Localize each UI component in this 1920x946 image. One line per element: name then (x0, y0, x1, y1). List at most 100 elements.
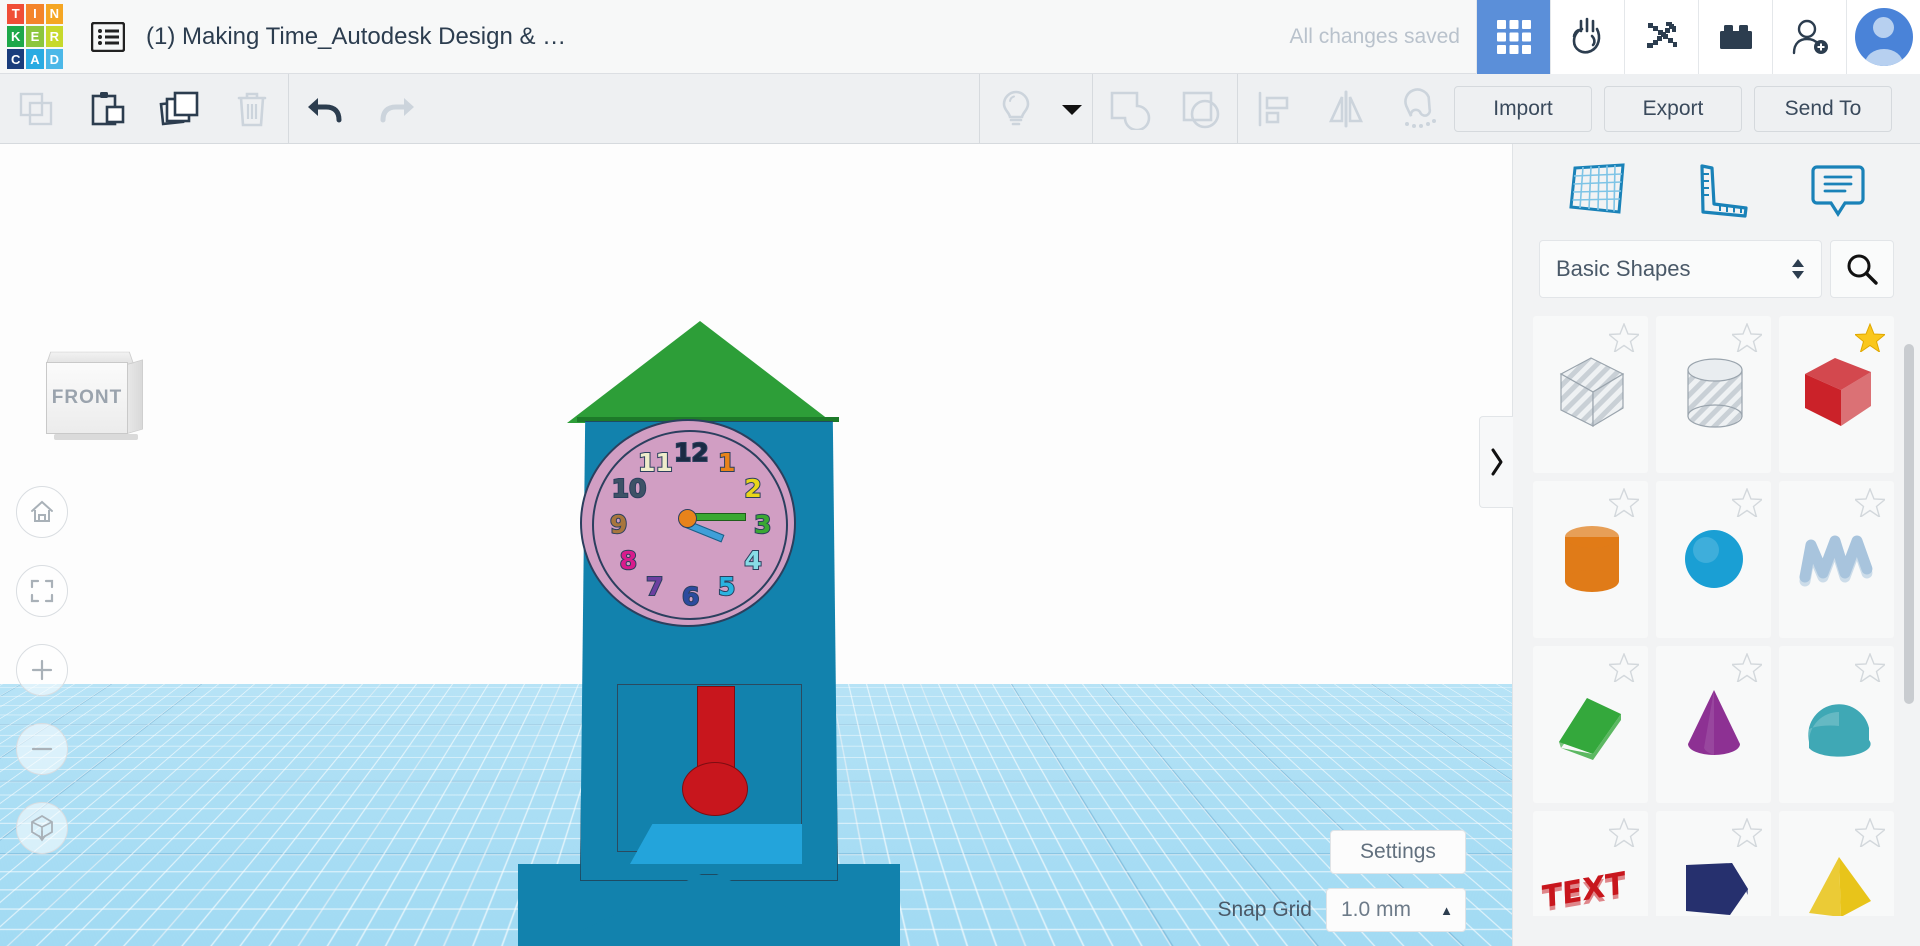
panel-scrollbar[interactable] (1904, 344, 1914, 704)
clock-number-7: 7 (645, 572, 664, 602)
star-outline-icon[interactable] (1607, 322, 1641, 357)
invite-button[interactable] (1772, 0, 1846, 74)
settings-button[interactable]: Settings (1330, 830, 1466, 874)
menu-button[interactable] (86, 15, 130, 59)
light-button[interactable] (980, 74, 1052, 144)
redo-icon (380, 97, 414, 122)
shapes-panel: Basic Shapes TEXT TEXT (1479, 144, 1920, 946)
export-button[interactable]: Export (1604, 85, 1742, 132)
shape-scribble[interactable] (1779, 481, 1894, 638)
zoom-in-button[interactable] (16, 644, 68, 696)
shape-text-thumbnail: TEXT TEXT (1541, 841, 1641, 916)
clock-number-3: 3 (753, 510, 772, 539)
delete-button[interactable] (216, 74, 288, 144)
shape-round-roof[interactable] (1779, 646, 1894, 803)
note-icon (1810, 164, 1865, 217)
3d-viewport[interactable]: 12 1 2 3 4 5 6 7 8 9 10 11 FRONT Setting… (0, 144, 1512, 946)
fit-view-button[interactable] (16, 565, 68, 617)
star-outline-icon[interactable] (1730, 817, 1764, 852)
view-cube-front-face[interactable]: FRONT (46, 362, 128, 434)
paste-button[interactable] (72, 74, 144, 144)
group-tools (1093, 74, 1237, 144)
panel-tab-group (1513, 144, 1920, 240)
minecraft-button[interactable] (1624, 0, 1698, 74)
document-title[interactable]: (1) Making Time_Autodesk Design & … (146, 23, 566, 51)
tinkercad-logo[interactable]: TINKERCAD (4, 1, 66, 73)
group-button[interactable] (1093, 74, 1165, 144)
logo-tile-t: T (7, 3, 25, 25)
undo-button[interactable] (289, 74, 361, 144)
star-outline-icon[interactable] (1853, 487, 1887, 522)
clock-number-9: 9 (609, 510, 628, 539)
chevron-right-icon (1491, 448, 1502, 476)
zoom-out-button[interactable] (16, 723, 68, 775)
mirror-button[interactable] (1310, 74, 1382, 144)
shape-cylinder[interactable] (1533, 481, 1648, 638)
notes-button[interactable] (1809, 161, 1867, 224)
workplane-button[interactable] (1567, 162, 1629, 223)
delete-trash-icon (237, 92, 267, 126)
logo-tile-r: R (45, 26, 63, 47)
tinker-button[interactable] (1550, 0, 1624, 74)
clock-number-2: 2 (743, 474, 762, 503)
star-outline-icon[interactable] (1730, 322, 1764, 357)
shape-cone[interactable] (1656, 646, 1771, 803)
clock-number-12: 12 (673, 438, 710, 467)
star-outline-icon[interactable] (1607, 652, 1641, 687)
star-outline-icon[interactable] (1607, 487, 1641, 522)
shape-box[interactable] (1779, 316, 1894, 473)
view-cube[interactable]: FRONT (38, 342, 143, 440)
shape-cylinder-hole-thumbnail (1664, 346, 1764, 443)
perspective-toggle-button[interactable] (16, 802, 68, 854)
shape-search-button[interactable] (1830, 240, 1894, 298)
ruler-button[interactable] (1688, 162, 1750, 223)
redo-button[interactable] (361, 74, 433, 144)
shape-text[interactable]: TEXT TEXT (1533, 811, 1648, 916)
shape-polygon[interactable] (1656, 811, 1771, 916)
clock-face: 12 1 2 3 4 5 6 7 8 9 10 11 (580, 419, 796, 627)
star-outline-icon[interactable] (1853, 652, 1887, 687)
star-outline-icon[interactable] (1730, 652, 1764, 687)
shape-box-hole[interactable] (1533, 316, 1648, 473)
shape-library-select[interactable]: Basic Shapes (1539, 240, 1822, 298)
view-cube-side-face[interactable] (127, 359, 143, 434)
light-dropdown-button[interactable] (1052, 74, 1092, 144)
copy-button[interactable] (0, 74, 72, 144)
duplicate-button[interactable] (144, 74, 216, 144)
shape-pyramid[interactable] (1779, 811, 1894, 916)
panel-collapse-button[interactable] (1479, 416, 1513, 508)
logo-tile-e: E (26, 26, 44, 47)
shape-cylinder-hole[interactable] (1656, 316, 1771, 473)
snap-grid-label: Snap Grid (1217, 898, 1312, 921)
pendulum-bob (682, 762, 748, 816)
list-menu-icon (91, 21, 125, 52)
import-button[interactable]: Import (1454, 85, 1592, 132)
align-button[interactable] (1238, 74, 1310, 144)
tinker-hand-icon (1572, 17, 1600, 54)
pickaxe-icon (1646, 21, 1677, 48)
snap-grid-select[interactable]: 1.0 mm ▲ (1326, 888, 1466, 932)
shape-sphere[interactable] (1656, 481, 1771, 638)
apps-grid-button[interactable] (1476, 0, 1550, 74)
chevron-up-icon: ▲ (1440, 902, 1453, 918)
ungroup-icon (1182, 91, 1220, 128)
logo-tile-d: D (45, 48, 63, 70)
home-view-button[interactable] (16, 486, 68, 538)
clock-number-6: 6 (681, 582, 700, 611)
clock-number-10: 10 (611, 474, 648, 503)
star-outline-icon[interactable] (1607, 817, 1641, 852)
star-filled-icon[interactable] (1853, 322, 1887, 357)
shape-roof[interactable] (1533, 646, 1648, 803)
blocks-button[interactable] (1698, 0, 1772, 74)
ungroup-button[interactable] (1165, 74, 1237, 144)
shape-roof-thumbnail (1541, 676, 1641, 773)
grandfather-clock-model[interactable]: 12 1 2 3 4 5 6 7 8 9 10 11 (500, 304, 920, 946)
snap-button[interactable] (1382, 74, 1454, 144)
lego-brick-icon (1719, 24, 1752, 49)
paste-icon (91, 91, 125, 125)
shape-cylinder-thumbnail (1541, 511, 1641, 608)
send-to-button[interactable]: Send To (1754, 85, 1892, 132)
account-button[interactable] (1846, 0, 1920, 74)
star-outline-icon[interactable] (1853, 817, 1887, 852)
star-outline-icon[interactable] (1730, 487, 1764, 522)
